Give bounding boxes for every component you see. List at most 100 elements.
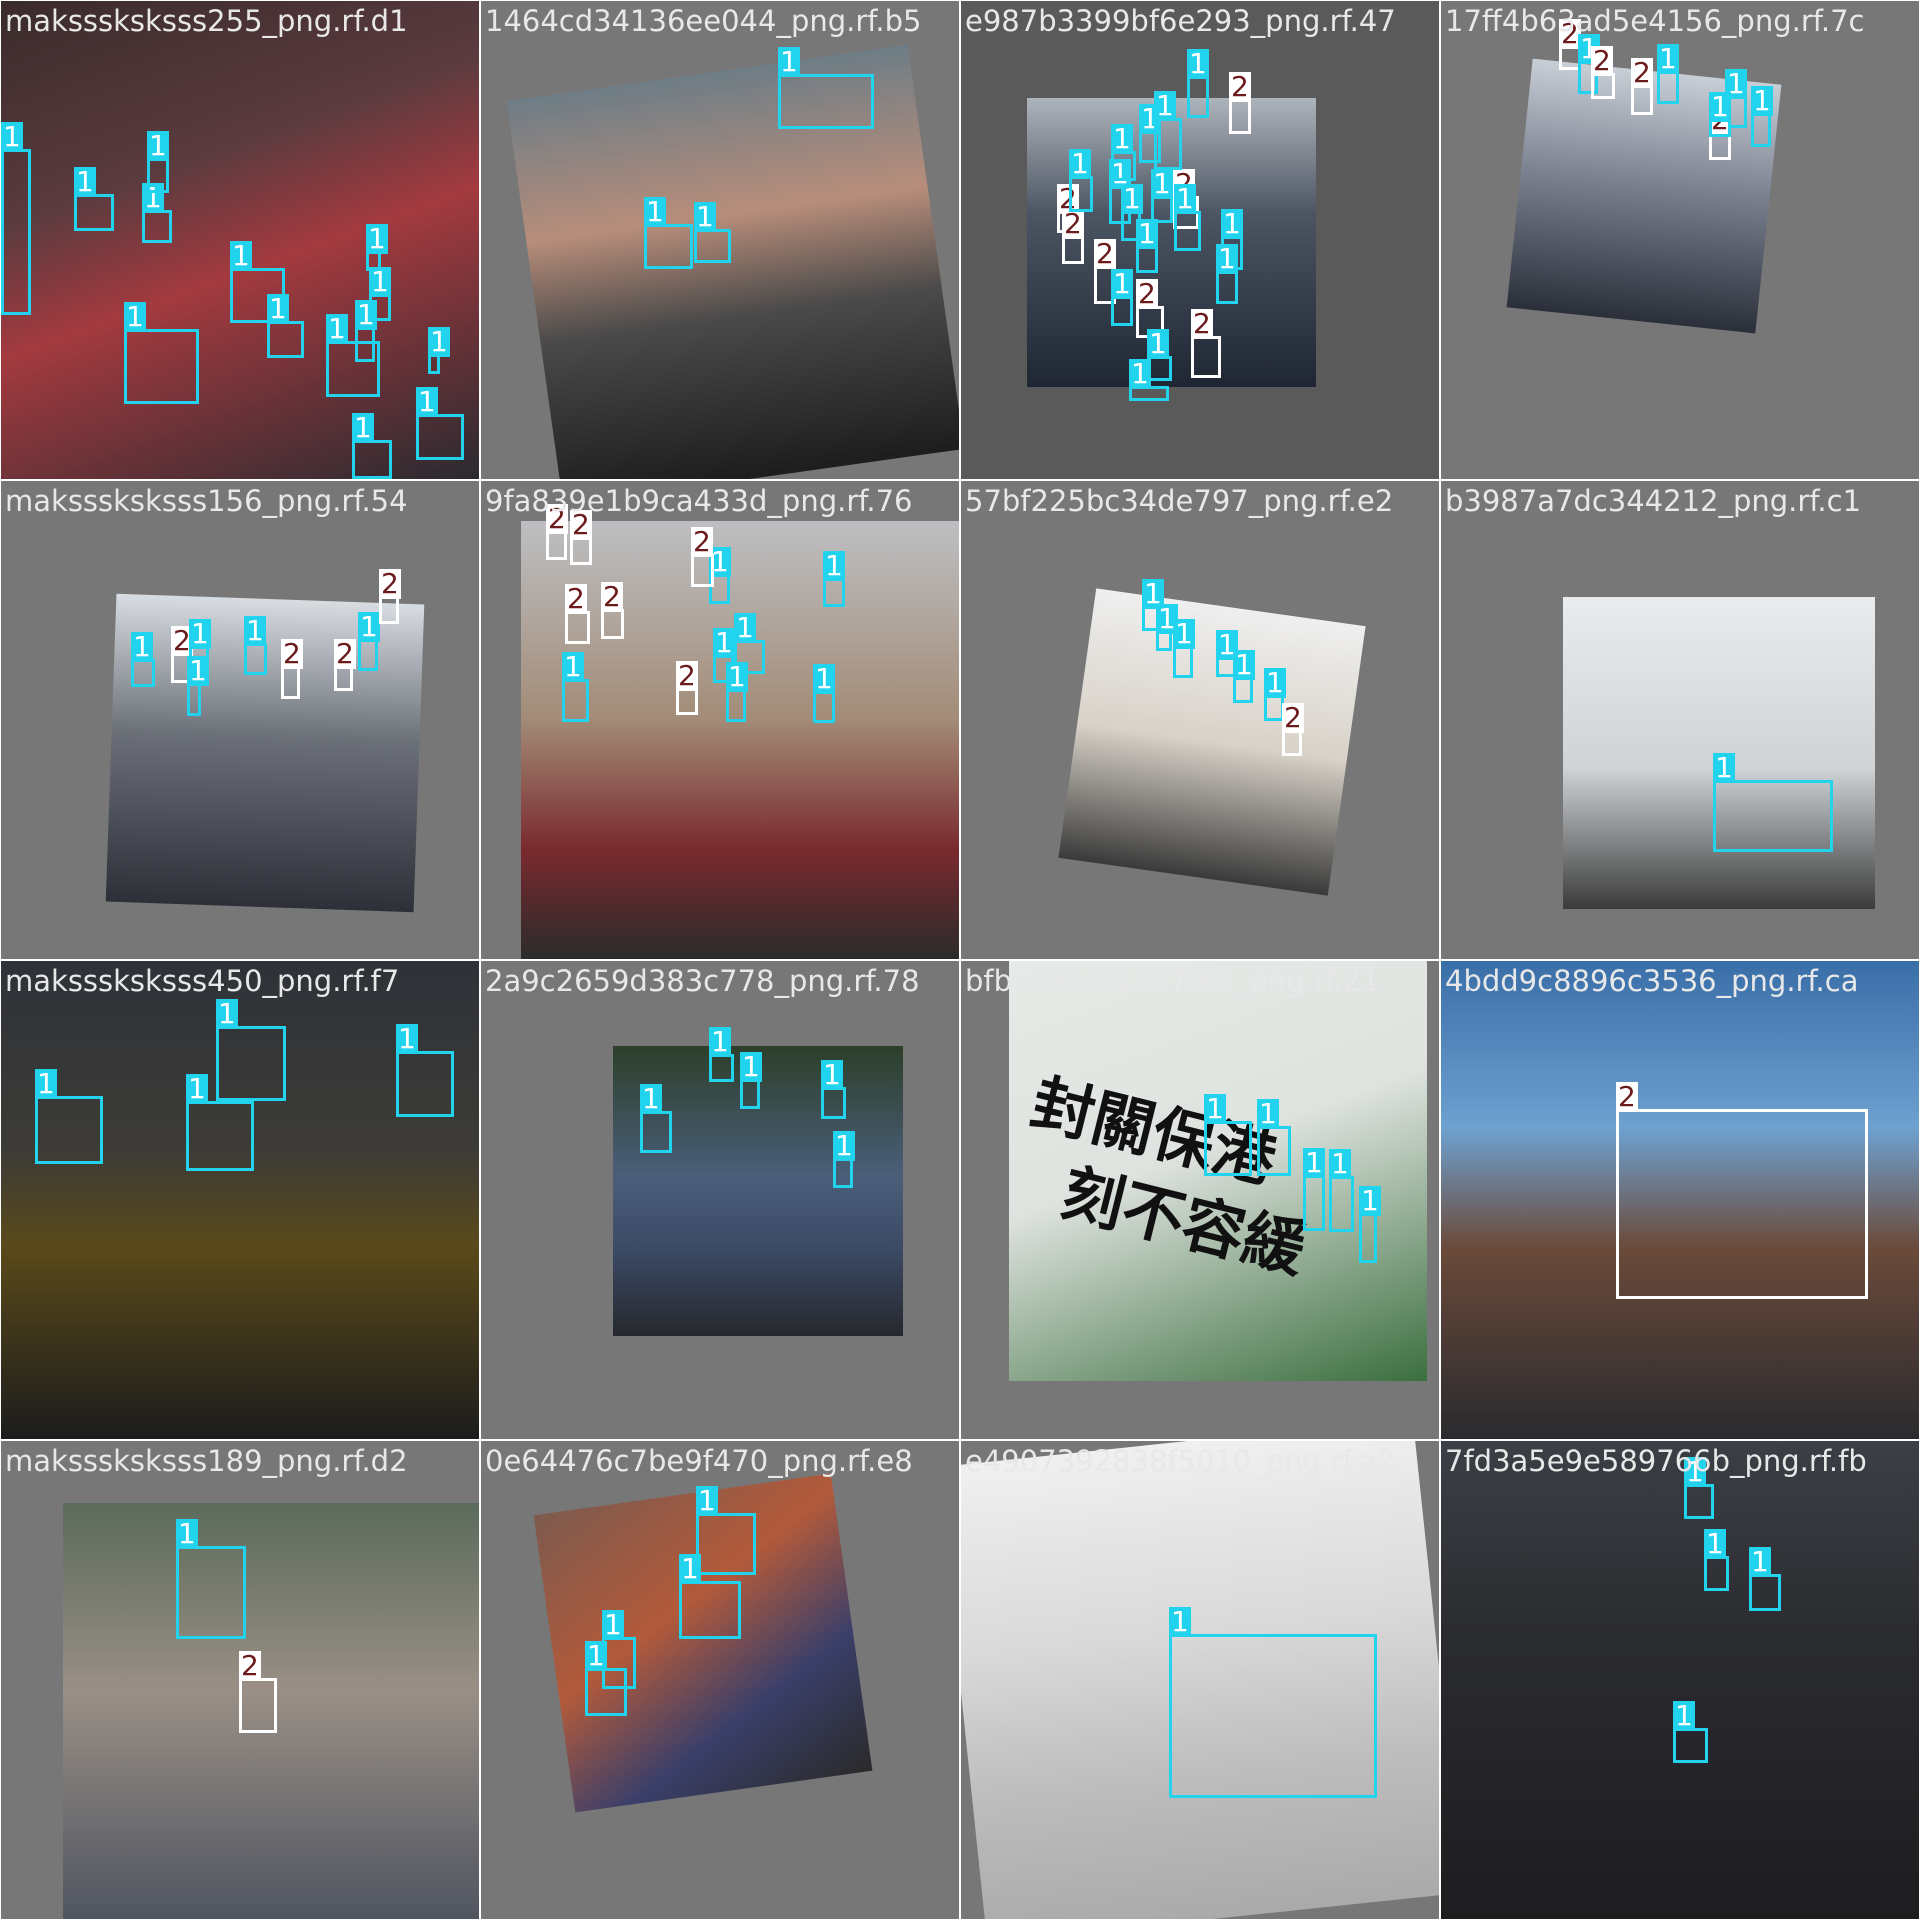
bounding-box: 2 [1062,209,1084,264]
tile-filename: 2a9c2659d383c778_png.rf.78 [485,964,920,998]
class-label: 1 [35,1067,57,1100]
bounding-box: 2 [1591,46,1615,99]
bounding-box: 1 [709,1027,734,1082]
class-label: 1 [644,195,666,228]
class-label: 1 [1151,167,1173,200]
bounding-box: 1 [428,327,450,374]
bounding-box: 1 [740,1052,762,1109]
bounding-box: 1 [1749,1547,1781,1611]
class-label: 1 [1173,617,1195,650]
class-label: 1 [396,1022,418,1055]
bounding-box: 1 [1136,219,1158,273]
tile-filename: 1464cd34136ee044_png.rf.b5 [485,4,922,38]
class-label: 1 [176,1517,198,1550]
tile-filename: 17ff4b63ad5e4156_png.rf.7c [1445,4,1865,38]
bounding-box: 1 [1121,184,1143,241]
detection-mosaic-grid: 1 1 1 1 1 1 1 1 1 1 1 1 1 1 maksssksksss255_png.rf.d1 1… [0,0,1920,1920]
tile-filename: bfb3a3b3f1557f85_png.rf.21 [965,964,1380,998]
class-label: 2 [1616,1080,1638,1113]
class-label: 1 [1169,1605,1191,1638]
class-label: 1 [244,614,266,647]
bounding-box: 2 [379,569,401,624]
class-label: 1 [1,120,23,153]
tile-filename: 57bf225bc34de797_png.rf.e2 [965,484,1394,518]
bounding-box: 1 [1257,1099,1291,1176]
bounding-box: 1 [1359,1186,1381,1263]
augmented-photo [1441,1441,1919,1919]
augmented-photo [1058,588,1366,896]
bounding-box: 2 [1631,58,1653,115]
bounding-box: 2 [676,661,698,715]
tile-filename: e987b3399bf6e293_png.rf.47 [965,4,1396,38]
class-label: 1 [352,411,374,444]
class-label: 1 [713,626,735,659]
tile-filename: b3987a7dc344212_png.rf.c1 [1445,484,1862,518]
class-label: 2 [601,580,623,613]
bounding-box: 1 [366,224,388,271]
bounding-box: 1 [131,632,155,687]
class-label: 1 [1147,327,1169,360]
class-label: 1 [821,1058,843,1091]
tile-filename: 4bdd9c8896c3536_png.rf.ca [1445,964,1859,998]
class-label: 1 [1233,648,1255,681]
bounding-box: 1 [1069,149,1093,212]
tile-filename: maksssksksss156_png.rf.54 [5,484,408,518]
class-label: 1 [189,617,211,650]
bounding-box: 1 [1129,359,1169,401]
class-label: 1 [1111,267,1133,300]
class-label: 2 [1229,70,1251,103]
mosaic-tile: 2 2 2 2 1 1 2 1 1 2 1 1 1 9fa839e1b9ca433d_png.rf.76 [481,481,959,959]
bounding-box: 2 [1616,1082,1868,1299]
class-label: 2 [1191,307,1213,340]
bounding-box: 1 [1174,184,1201,251]
bounding-box: 2 [570,510,592,565]
mosaic-tile: 1 1 1 1 1 2a9c2659d383c778_png.rf.78 [481,961,959,1439]
bounding-box: 1 [1154,91,1182,170]
mosaic-tile: 1 2 1 1 1 2 2 1 2 maksssksksss156_png.rf.54 [1,481,479,959]
class-label: 1 [1673,1699,1695,1732]
class-label: 1 [734,611,756,644]
class-label: 2 [1136,277,1158,310]
bounding-box: 1 [813,664,835,723]
bounding-box: 1 [1173,619,1195,678]
bounding-box: 2 [565,584,590,644]
class-label: 1 [1751,84,1773,117]
class-label: 1 [1704,1527,1726,1560]
bounding-box: 1 [1147,329,1172,381]
bounding-box: 1 [416,387,464,460]
bounding-box: 1 [267,294,304,358]
bounding-box: 1 [355,300,377,362]
class-label: 1 [1221,207,1243,240]
bounding-box: 2 [691,527,714,587]
bounding-box: 1 [1329,1149,1354,1232]
class-label: 2 [334,637,356,670]
bounding-box: 1 [1111,269,1133,326]
bounding-box: 1 [396,1024,454,1117]
class-label: 1 [216,997,238,1030]
bounding-box: 1 [833,1131,855,1188]
tile-filename: 7fd3a5e9e589766b_png.rf.fb [1445,1444,1867,1478]
bounding-box: 1 [142,183,172,243]
class-label: 1 [230,239,252,272]
tile-filename: 0e64476c7be9f470_png.rf.e8 [485,1444,913,1478]
class-label: 1 [1216,242,1238,275]
class-label: 1 [428,325,450,358]
bounding-box: 1 [694,202,731,263]
bounding-box: 1 [187,656,209,716]
class-label: 1 [833,1129,855,1162]
tile-filename: maksssksksss450_png.rf.f7 [5,964,400,998]
class-label: 2 [1094,237,1116,270]
class-label: 1 [740,1050,762,1083]
class-label: 2 [379,567,401,600]
bounding-box: 1 [358,612,380,671]
mosaic-tile: 1 1 1 1 1 1 2 57bf225bc34de797_png.rf.e2 [961,481,1439,959]
bounding-box: 2 [546,504,568,560]
bounding-box: 1 [1156,604,1178,651]
class-label: 1 [1713,751,1735,784]
bounding-box: 1 [186,1074,254,1171]
bounding-box: 1 [1151,169,1173,223]
class-label: 1 [1264,666,1286,699]
class-label: 1 [585,1639,607,1672]
class-label: 1 [355,298,377,331]
class-label: 1 [1174,182,1196,215]
